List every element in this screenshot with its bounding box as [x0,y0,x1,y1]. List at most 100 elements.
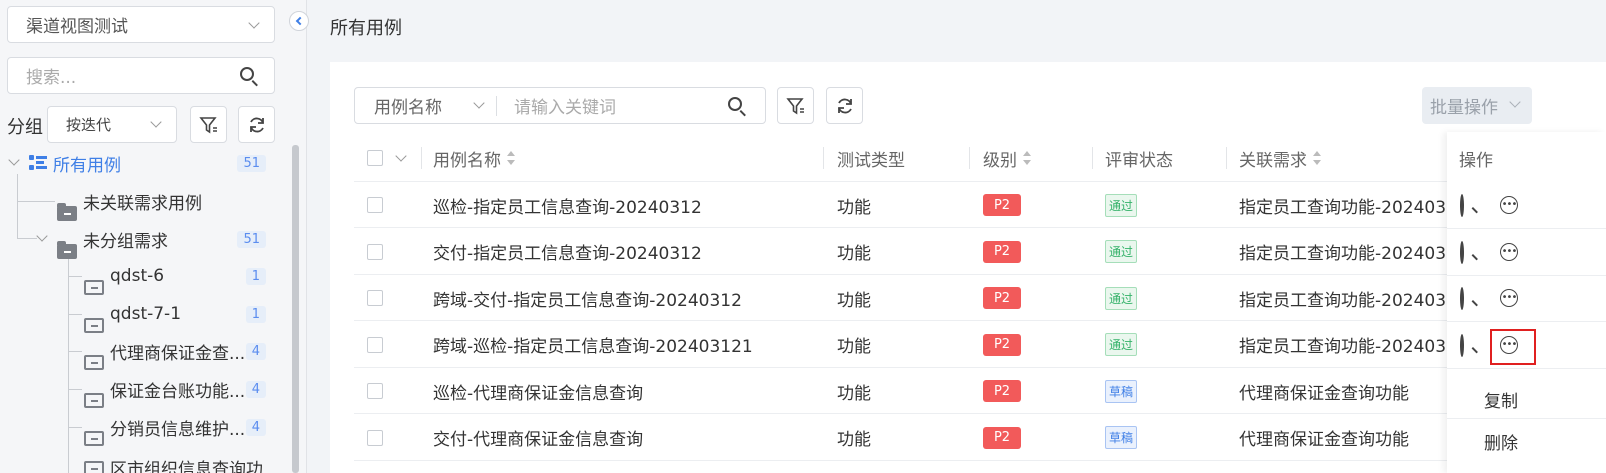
sort-icon[interactable] [1313,151,1322,165]
tree-item-region[interactable]: 区市组织信息查询功 [0,451,290,473]
view-icon[interactable] [1460,287,1464,310]
group-select[interactable]: 按迭代 [47,106,177,143]
tree-item-unlinked[interactable]: 未关联需求用例 [0,183,290,221]
tree-item-qdst-7-1[interactable]: qdst-7-1 1 [0,296,290,333]
case-name[interactable]: 跨域-交付-指定员工信息查询-20240312 [433,275,818,321]
batch-operation-button[interactable]: 批量操作 [1422,87,1532,124]
chevron-down-icon[interactable] [36,230,48,242]
refresh-icon [837,98,852,113]
view-icon[interactable] [1460,333,1464,357]
row-checkbox[interactable] [367,290,383,306]
collapse-sidebar-button[interactable] [289,11,309,31]
page-title: 所有用例 [330,18,402,39]
tree-item-qdst-6[interactable]: qdst-6 1 [0,258,290,295]
tree-item-all-cases[interactable]: 所有用例 51 [0,145,290,181]
tree-item-ungrouped[interactable]: 未分组需求 51 [0,221,290,259]
view-select[interactable]: 渠道视图测试 [7,6,275,43]
table-row[interactable]: 巡检-代理商保证金信息查询 功能 P2 草稿 代理商保证金查询功能 [354,368,1606,414]
menu-item-copy[interactable]: 复制 [1447,383,1606,415]
row-checkbox-cell[interactable] [367,415,383,461]
sidebar-scrollbar[interactable] [292,145,299,473]
status-cell: 通过 [1105,322,1138,368]
test-type: 功能 [837,290,871,311]
refresh-button[interactable] [238,106,275,143]
sort-icon[interactable] [507,151,516,165]
row-checkbox-cell[interactable] [367,229,383,275]
row-checkbox-cell[interactable] [367,322,383,368]
column-header-name[interactable]: 用例名称 [433,132,516,184]
select-all-checkbox[interactable] [367,150,383,166]
linked-requirement[interactable]: 指定员工查询功能-20240312 [1239,182,1449,228]
column-header-level[interactable]: 级别 [983,132,1032,184]
tree-search[interactable]: 搜索... [7,57,275,94]
row-checkbox[interactable] [367,197,383,213]
status-cell: 通过 [1105,182,1138,228]
search-icon[interactable] [728,97,742,111]
column-header-label: 关联需求 [1239,150,1307,171]
linked-requirement[interactable]: 代理商保证金查询功能 [1239,368,1449,414]
view-select-value: 渠道视图测试 [26,17,128,37]
count-badge: 4 [245,380,266,398]
folder-icon [84,392,104,408]
more-icon[interactable]: ••• [1500,289,1518,307]
column-header-requirement[interactable]: 关联需求 [1239,132,1322,184]
table-refresh-button[interactable] [826,87,863,124]
column-header-actions: 操作 [1459,132,1493,184]
case-name[interactable]: 巡检-代理商保证金信息查询 [433,368,818,414]
status-badge: 草稿 [1105,379,1138,403]
linked-requirement[interactable]: 指定员工查询功能-20240312 [1239,275,1449,321]
sidebar: 渠道视图测试 搜索... 分组 按迭代 所有用例 51 未关联需求用例 未分组需… [0,0,306,473]
table-row[interactable]: 交付-指定员工信息查询-20240312 功能 P2 通过 指定员工查询功能-20240… [354,229,1606,275]
chevron-down-icon [248,17,260,29]
tree-item-agent-deposit[interactable]: 代理商保证金查... 4 [0,333,290,370]
table-filter-button[interactable] [777,87,814,124]
test-type: 功能 [837,383,871,404]
case-name[interactable]: 巡检-指定员工信息查询-20240312 [433,182,818,228]
level-cell: P2 [983,229,1021,275]
row-checkbox[interactable] [367,429,383,446]
sort-icon[interactable] [1023,151,1032,165]
row-checkbox[interactable] [367,243,383,260]
case-name[interactable]: 交付-代理商保证金信息查询 [433,415,818,461]
column-header-label: 级别 [983,150,1017,171]
linked-requirement[interactable]: 指定员工查询功能-20240312 [1239,322,1449,368]
view-icon[interactable] [1460,240,1464,264]
count-badge: 51 [237,230,266,248]
linked-requirement[interactable]: 代理商保证金查询功能 [1239,415,1449,461]
level-cell: P2 [983,182,1021,228]
chevron-down-icon[interactable] [395,150,407,162]
tree-item-label: 分销员信息维护... [110,419,246,440]
table-row[interactable]: 巡检-指定员工信息查询-20240312 功能 P2 通过 指定员工查询功能-20240… [354,182,1606,228]
row-checkbox-cell[interactable] [367,275,383,321]
case-name[interactable]: 交付-指定员工信息查询-20240312 [433,229,818,275]
row-checkbox[interactable] [367,336,383,353]
view-icon[interactable] [1460,194,1464,217]
column-header-label: 评审状态 [1105,150,1173,171]
filter-icon [198,116,217,133]
table-row[interactable]: 跨域-交付-指定员工信息查询-20240312 功能 P2 通过 指定员工查询功能-20… [354,275,1606,321]
keyword-input[interactable]: 请输入关键词 [497,88,765,123]
chevron-down-icon[interactable] [8,154,20,166]
menu-item-delete[interactable]: 删除 [1447,425,1606,457]
count-badge: 4 [245,342,266,360]
row-checkbox-cell[interactable] [367,182,383,228]
folder-icon [57,202,77,221]
more-icon[interactable]: ••• [1500,196,1518,214]
table-row[interactable]: 交付-代理商保证金信息查询 功能 P2 草稿 代理商保证金查询功能 [354,415,1606,461]
row-checkbox[interactable] [367,383,383,399]
linked-requirement[interactable]: 指定员工查询功能-20240312 [1239,229,1449,275]
search-icon[interactable] [240,67,254,81]
level-badge: P2 [983,426,1021,449]
folder-icon [84,430,104,446]
tree-item-deposit-ledger[interactable]: 保证金台账功能... 4 [0,371,290,408]
table-row[interactable]: 跨域-巡检-指定员工信息查询-202403121 功能 P2 通过 指定员工查询功能-2… [354,322,1606,368]
more-icon[interactable]: ••• [1500,242,1518,261]
field-select[interactable]: 用例名称 [355,88,497,123]
row-checkbox-cell[interactable] [367,368,383,414]
select-all-header[interactable] [367,132,407,184]
tree-item-label: 所有用例 [53,155,121,176]
filter-button[interactable] [190,106,227,143]
status-badge: 通过 [1105,240,1138,263]
case-name[interactable]: 跨域-巡检-指定员工信息查询-202403121 [433,322,818,368]
tree-item-distributor[interactable]: 分销员信息维护... 4 [0,409,290,446]
